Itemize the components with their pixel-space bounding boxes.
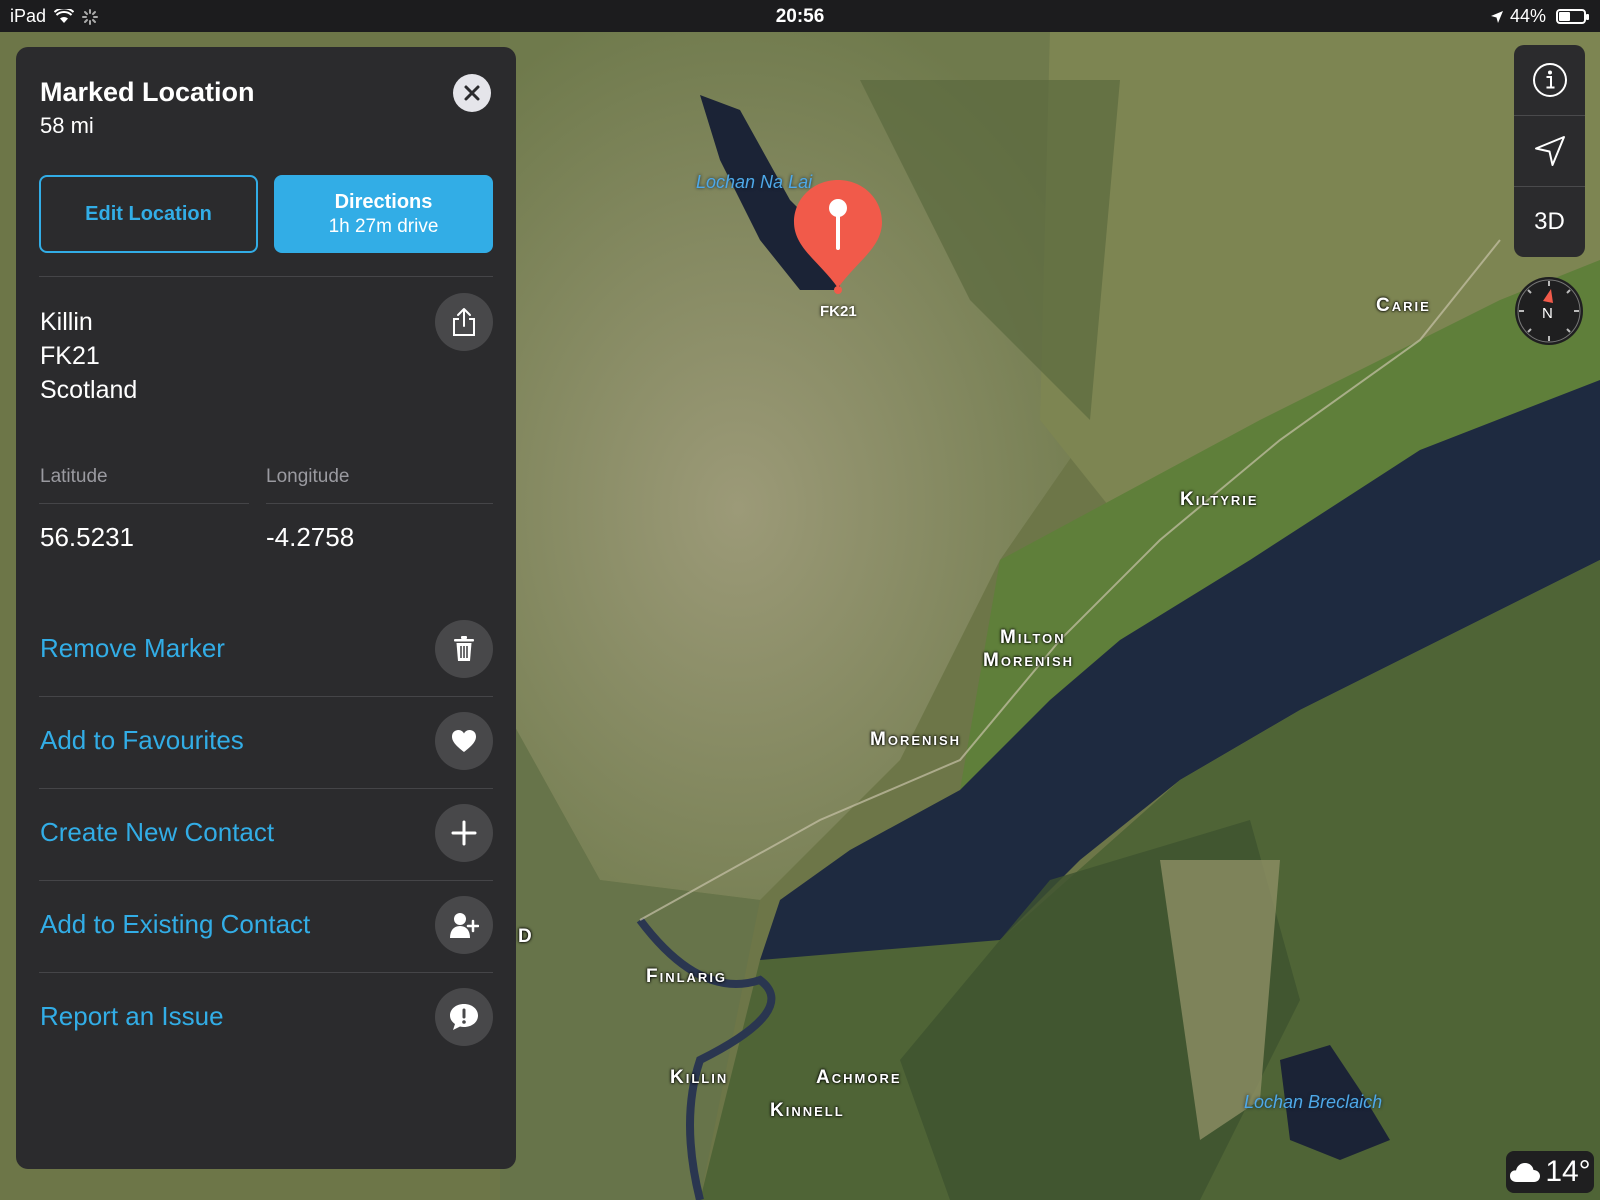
edit-location-button[interactable]: Edit Location [39,175,258,253]
map-label-achmore: Achmore [816,1067,902,1088]
distance-label: 58 mi [40,113,94,138]
trash-icon [454,636,474,661]
directions-button[interactable]: Directions 1h 27m drive [274,175,493,253]
remove-marker-button[interactable] [435,620,493,678]
address-line-city: Killin [40,308,93,336]
map-label-finlarig: Finlarig [646,966,728,987]
exclamation-bubble-icon [450,1004,478,1030]
map-label-kiltyrie: Kiltyrie [1180,489,1259,510]
address-line-postcode: FK21 [40,342,100,370]
divider [39,276,493,277]
map-info-button[interactable] [1514,45,1585,115]
add-to-existing-contact-action[interactable]: Add to Existing Contact [40,909,310,940]
map-label-morenish-2: Morenish [870,729,962,750]
pin-label: FK21 [820,303,857,320]
status-bar: iPad 20:56 44% [0,0,1600,32]
address-line-country: Scotland [40,376,138,404]
close-button[interactable] [453,74,491,112]
compass-letter: N [1542,305,1553,322]
compass-button[interactable]: N [1515,277,1583,345]
create-new-contact-action[interactable]: Create New Contact [40,817,274,848]
address-block: Killin FK21 Scotland [40,305,137,407]
temperature: 14° [1545,1155,1591,1188]
map-label-morenish-1: Morenish [983,650,1075,671]
track-location-button[interactable] [1514,116,1585,186]
create-new-contact-button[interactable] [435,804,493,862]
share-button[interactable] [435,293,493,351]
latitude-value: 56.5231 [40,522,134,552]
card-title: Marked Location [40,77,255,107]
location-arrow-icon [1534,136,1565,166]
divider [39,696,493,697]
location-pin-icon[interactable] [790,176,886,296]
battery-fill [1559,12,1570,21]
clock: 20:56 [775,6,825,27]
longitude-value: -4.2758 [266,522,355,552]
add-to-favourites-action[interactable]: Add to Favourites [40,725,244,756]
battery-icon [1556,9,1589,24]
map-controls: 3D [1514,45,1585,257]
cloud-icon [1510,1163,1541,1182]
divider [266,503,493,504]
divider [39,503,249,504]
divider [39,972,493,973]
map-label-carie: Carie [1376,295,1431,316]
directions-time: 1h 27m drive [328,215,439,237]
remove-marker-action[interactable]: Remove Marker [40,633,225,664]
location-card: Marked Location 58 mi Edit Location Dire… [16,47,516,1169]
weather-badge: 14° [1506,1151,1594,1193]
location-services-icon [1490,10,1503,23]
longitude-label: Longitude [266,466,350,487]
share-icon [453,308,475,336]
map-label-kinnell: Kinnell [770,1100,845,1121]
map-label-killin: Killin [670,1067,729,1088]
3d-button[interactable]: 3D [1514,187,1585,257]
latitude-label: Latitude [40,466,108,487]
plus-icon [451,820,477,846]
map-label-partial: D [518,926,534,947]
add-to-favourites-button[interactable] [435,712,493,770]
map-label-milton: Milton [1000,627,1066,648]
info-icon [1532,63,1567,97]
report-issue-action[interactable]: Report an Issue [40,1001,224,1032]
report-issue-button[interactable] [435,988,493,1046]
map-label-lochan-breclaich: Lochan Breclaich [1244,1092,1383,1112]
add-to-existing-contact-button[interactable] [435,896,493,954]
directions-label: Directions [334,190,433,213]
battery-percent: 44% [1509,6,1546,26]
close-icon [464,85,480,101]
divider [39,880,493,881]
add-person-icon [450,913,479,938]
divider [39,788,493,789]
heart-icon [452,730,476,752]
